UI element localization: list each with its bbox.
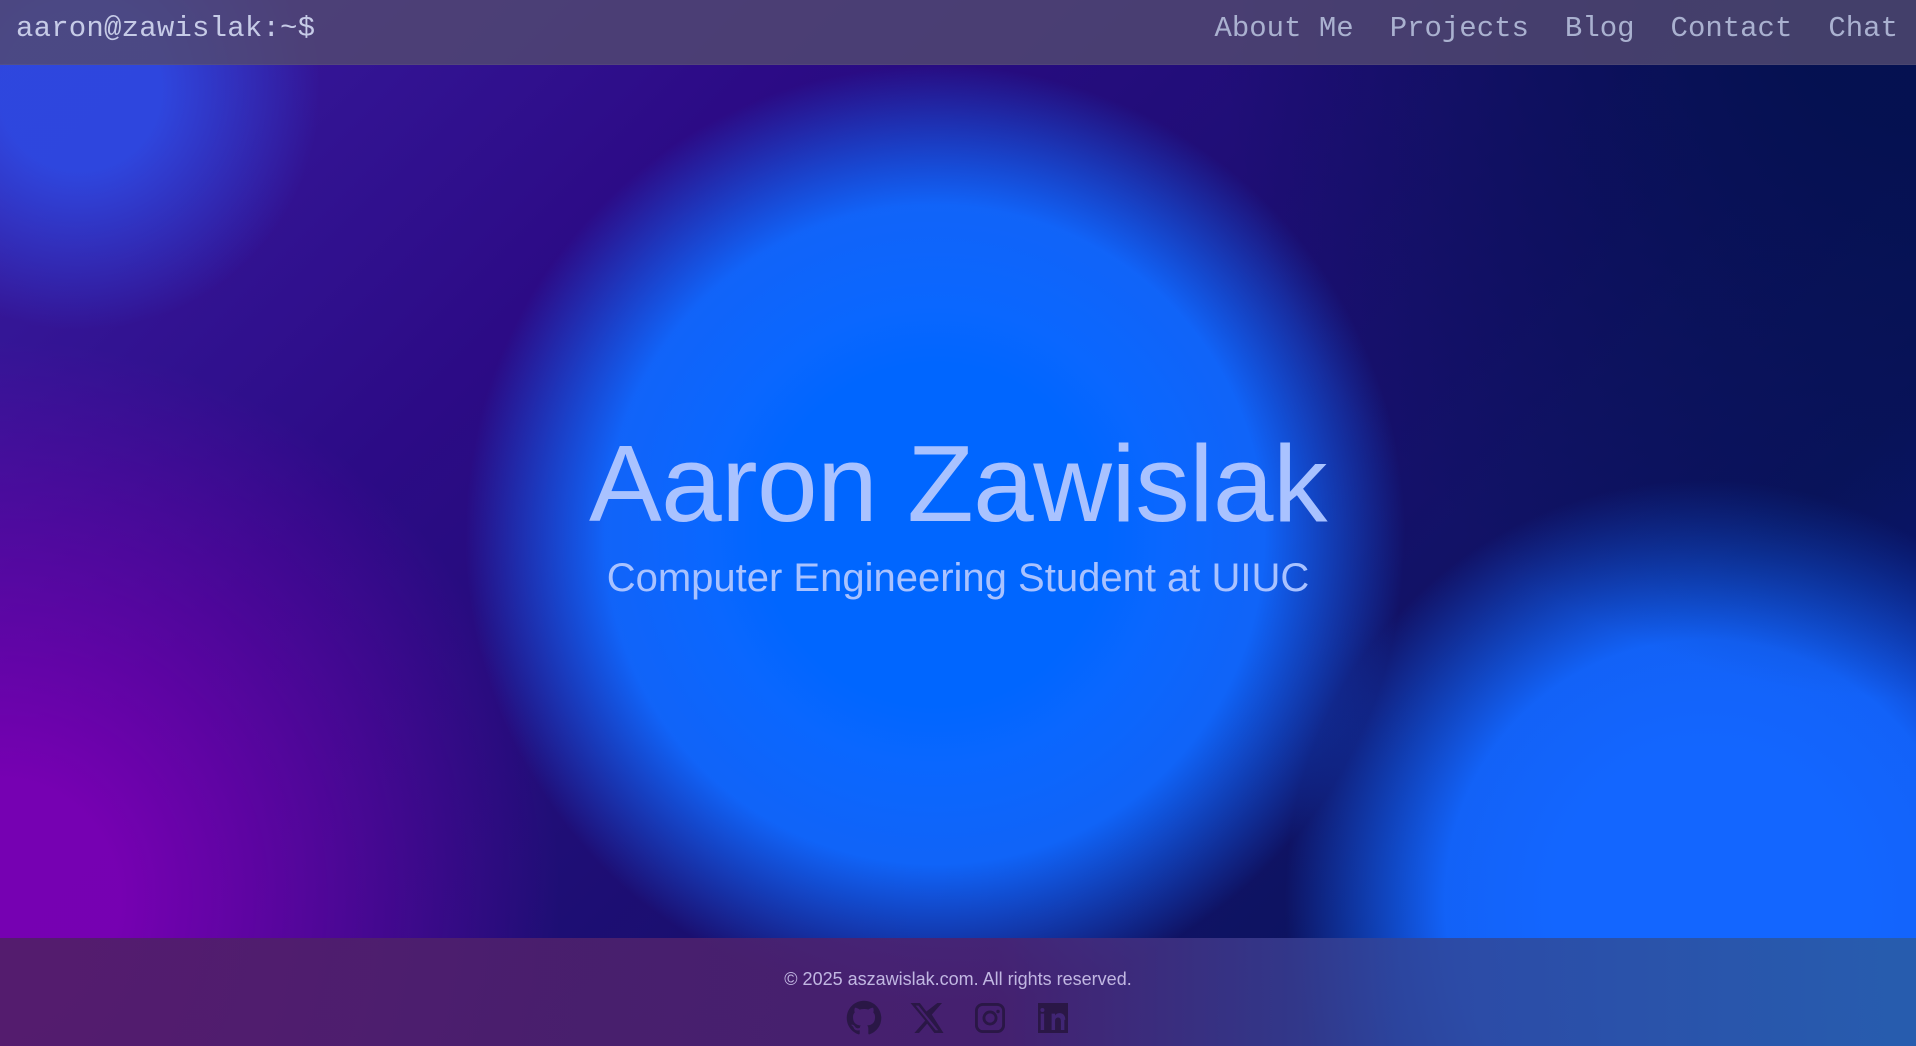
linkedin-icon[interactable]: [1035, 1000, 1071, 1036]
nav-blog-link[interactable]: Blog: [1565, 12, 1635, 45]
github-icon[interactable]: [846, 1000, 882, 1036]
nav-about-me-link[interactable]: About Me: [1214, 12, 1353, 45]
hero-title: Aaron Zawislak: [588, 423, 1328, 545]
site-prompt: aaron@zawislak:~$: [16, 12, 316, 45]
nav-projects-link[interactable]: Projects: [1390, 12, 1529, 45]
nav-chat-link[interactable]: Chat: [1828, 12, 1898, 45]
x-icon[interactable]: [909, 1000, 945, 1036]
footer: © 2025 aszawislak.com. All rights reserv…: [0, 938, 1916, 1046]
social-links: [0, 1000, 1916, 1036]
top-navigation-bar: aaron@zawislak:~$ About Me Projects Blog…: [0, 0, 1916, 65]
main-nav: About Me Projects Blog Contact Chat: [1214, 12, 1898, 45]
hero-section: Aaron Zawislak Computer Engineering Stud…: [0, 423, 1916, 601]
nav-contact-link[interactable]: Contact: [1671, 12, 1793, 45]
hero-subtitle: Computer Engineering Student at UIUC: [606, 556, 1310, 600]
copyright-text: © 2025 aszawislak.com. All rights reserv…: [784, 969, 1132, 989]
instagram-icon[interactable]: [972, 1000, 1008, 1036]
